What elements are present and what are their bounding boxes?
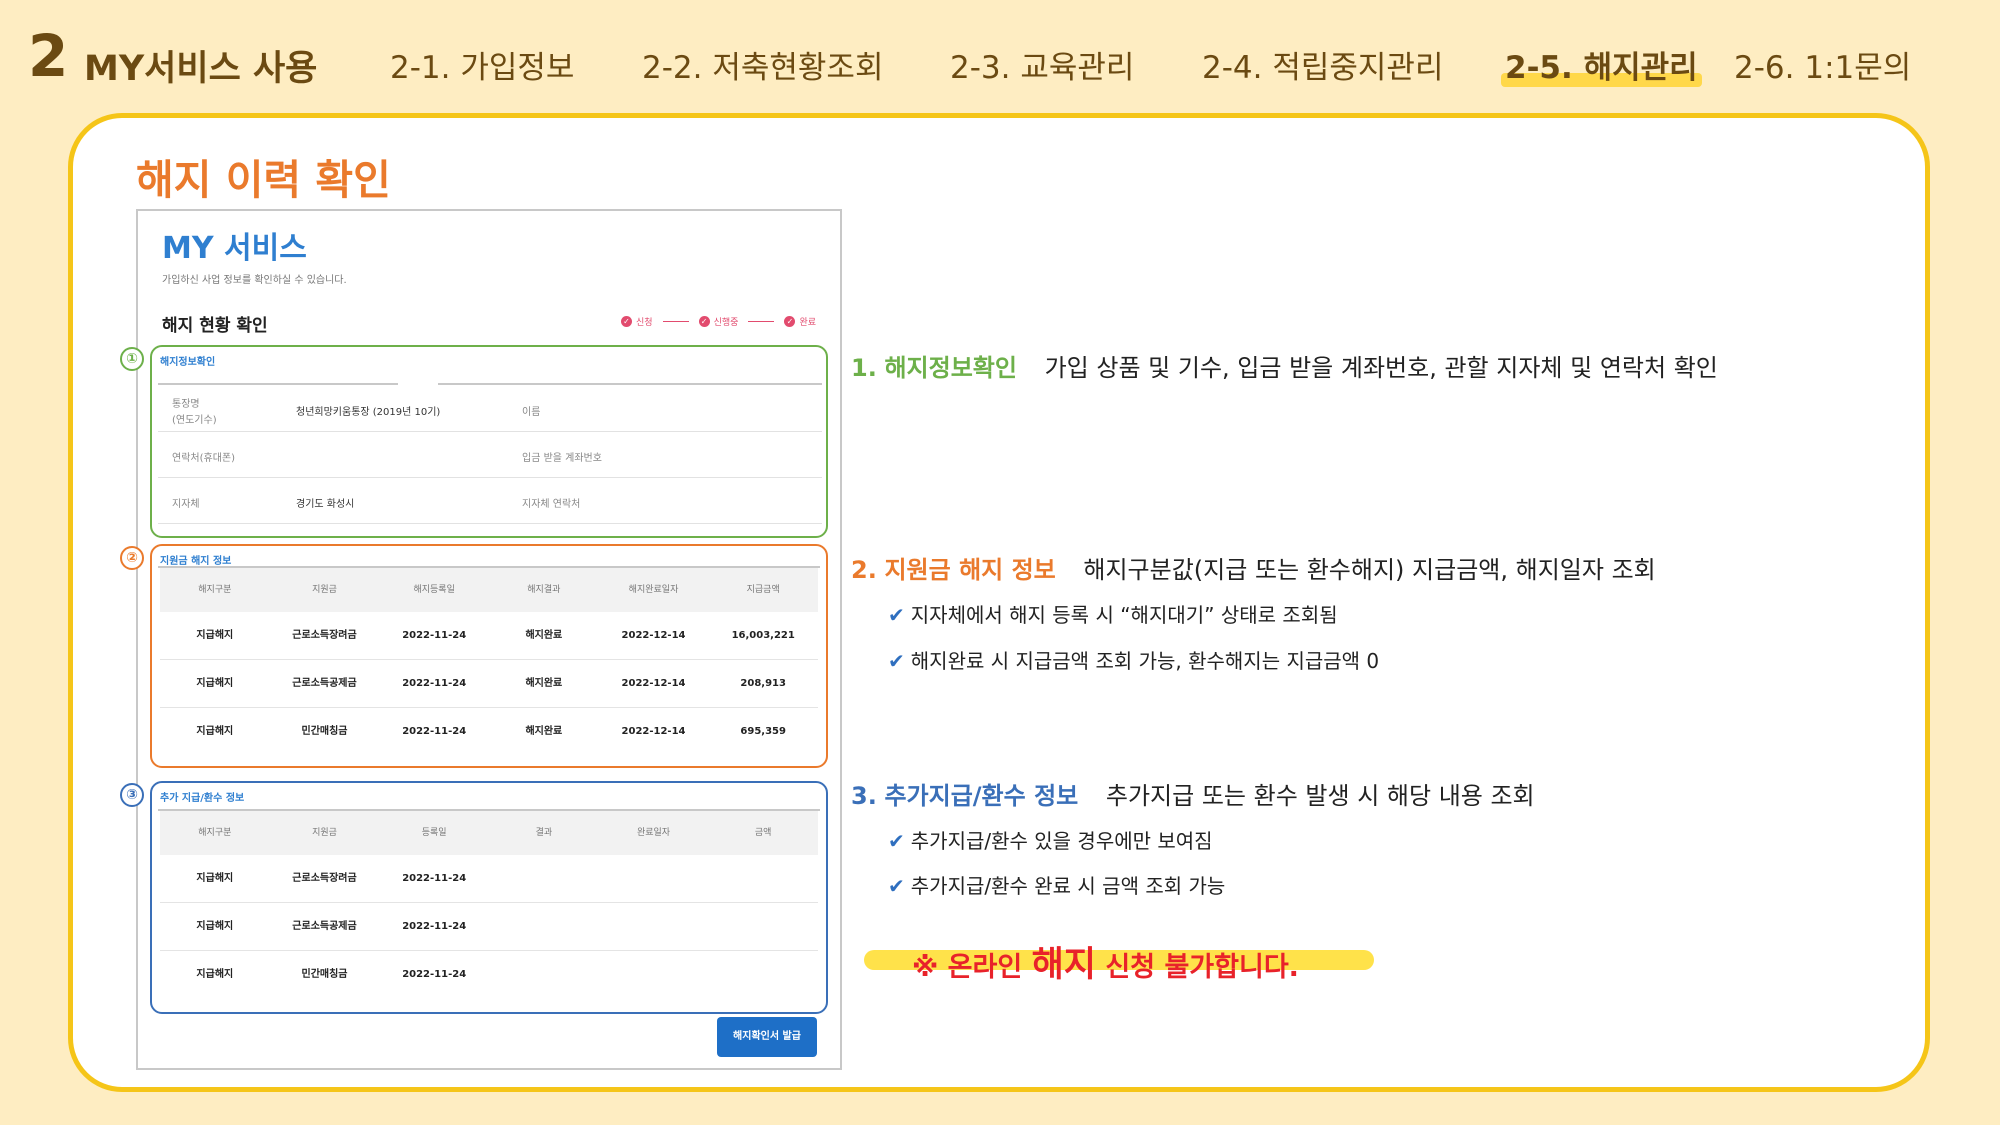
field-label: (연도기수)	[172, 415, 217, 426]
additional-payment-box: ③ 추가 지급/환수 정보 해지구분 지원금 등록일 결과 완료일자 금액 지급해지 근로소…	[120, 781, 828, 1014]
step-progress: 신행중	[713, 318, 739, 328]
step-apply: 신청	[636, 318, 653, 328]
table-header: 해지구분 지원금 해지등록일 해지결과 해지완료일자 지급금액	[160, 568, 818, 612]
marker-3: ③	[120, 783, 144, 807]
table-row: 지급해지 근로소득공제금 2022-11-24 해지완료 2022-12-14 208,9…	[160, 660, 818, 708]
description-3-note-1: ✔ 추가지급/환수 있을 경우에만 보여짐	[888, 829, 1213, 853]
description-2: 2. 지원금 해지 정보 해지구분값(지급 또는 환수해지) 지급금액, 해지일…	[851, 556, 1656, 584]
table-row: 지급해지 근로소득공제금 2022-11-24	[160, 903, 818, 951]
tab-savings-status[interactable]: 2-2. 저축현황조회	[642, 42, 883, 87]
step-check-icon: ✓	[698, 316, 710, 327]
table-row: 지급해지 근로소득장려금 2022-11-24 해지완료 2022-12-14 16,00…	[160, 612, 818, 660]
step-check-icon: ✓	[784, 316, 796, 327]
step-check-icon: ✓	[621, 316, 633, 327]
description-2-note-1: ✔ 지자체에서 해지 등록 시 “해지대기” 상태로 조회됨	[888, 603, 1338, 627]
tab-savings-pause[interactable]: 2-4. 적립중지관리	[1202, 42, 1443, 87]
check-icon: ✔	[888, 603, 905, 627]
table-row: 지급해지 근로소득장려금 2022-11-24	[160, 855, 818, 903]
termination-info-box: ① 해지정보확인 통장명 (연도기수) 청년희망키움통장 (2019년 10기)…	[120, 345, 828, 538]
issue-termination-certificate-button[interactable]: 해지확인서 발급	[717, 1017, 817, 1057]
step-done: 완료	[799, 318, 816, 328]
field-label: 지자체	[172, 499, 200, 510]
description-2-note-2: ✔ 해지완료 시 지급금액 조회 가능, 환수해지는 지급금액 0	[888, 649, 1380, 673]
box-label: 지원금 해지 정보	[160, 556, 232, 567]
check-icon: ✔	[888, 829, 905, 853]
tab-education[interactable]: 2-3. 교육관리	[950, 42, 1134, 87]
field-label: 지자체 연락처	[522, 499, 581, 510]
marker-1: ①	[120, 347, 144, 371]
field-value: 경기도 화성시	[296, 499, 355, 510]
tab-inquiry[interactable]: 2-6. 1:1문의	[1734, 42, 1911, 87]
panel-title: 해지 이력 확인	[136, 156, 391, 204]
check-icon: ✔	[888, 874, 905, 898]
marker-2: ②	[120, 546, 144, 570]
field-label: 입금 받을 계좌번호	[522, 453, 602, 464]
table-row: 지급해지 민간매칭금 2022-11-24 해지완료 2022-12-14 695,359	[196, 726, 786, 737]
description-3: 3. 추가지급/환수 정보 추가지급 또는 환수 발생 시 해당 내용 조회	[851, 782, 1535, 810]
subsidy-termination-box: ② 지원금 해지 정보 해지구분 지원금 해지등록일 해지결과 해지완료일자 지급금액 지…	[120, 544, 828, 768]
my-service-title: MY 서비스	[162, 231, 307, 266]
box-label: 해지정보확인	[160, 357, 216, 368]
my-service-desc: 가입하신 사업 정보를 확인하실 수 있습니다.	[162, 275, 347, 286]
field-value: 청년희망키움통장 (2019년 10기)	[296, 407, 441, 418]
tab-termination[interactable]: 2-5. 해지관리	[1501, 42, 1702, 87]
field-label: 통장명	[172, 399, 200, 410]
termination-status-title: 해지 현황 확인	[162, 316, 268, 336]
box-label: 추가 지급/환수 정보	[160, 793, 245, 804]
progress-steps: ✓ 신청 ✓ 신행중 ✓ 완료	[621, 315, 816, 328]
section-number: 2	[28, 22, 69, 90]
my-service-screenshot: MY 서비스 가입하신 사업 정보를 확인하실 수 있습니다. 해지 현황 확인…	[120, 209, 842, 1070]
section-title: MY서비스 사용	[84, 49, 318, 89]
field-label: 이름	[522, 407, 541, 418]
table-header: 해지구분 지원금 등록일 결과 완료일자 금액	[160, 811, 818, 855]
field-label: 연락처(휴대폰)	[172, 453, 236, 464]
online-termination-notice: ※ 온라인 해지 신청 불가합니다.	[912, 945, 1299, 985]
top-navigation: 2 MY서비스 사용 2-1. 가입정보 2-2. 저축현황조회 2-3. 교육…	[0, 0, 2000, 112]
description-3-note-2: ✔ 추가지급/환수 완료 시 금액 조회 가능	[888, 874, 1226, 898]
table-row: 지급해지 민간매칭금 2022-11-24	[196, 969, 467, 980]
tab-join-info[interactable]: 2-1. 가입정보	[390, 42, 574, 87]
description-1: 1. 해지정보확인 가입 상품 및 기수, 입금 받을 계좌번호, 관할 지자체…	[851, 354, 1718, 382]
check-icon: ✔	[888, 649, 905, 673]
